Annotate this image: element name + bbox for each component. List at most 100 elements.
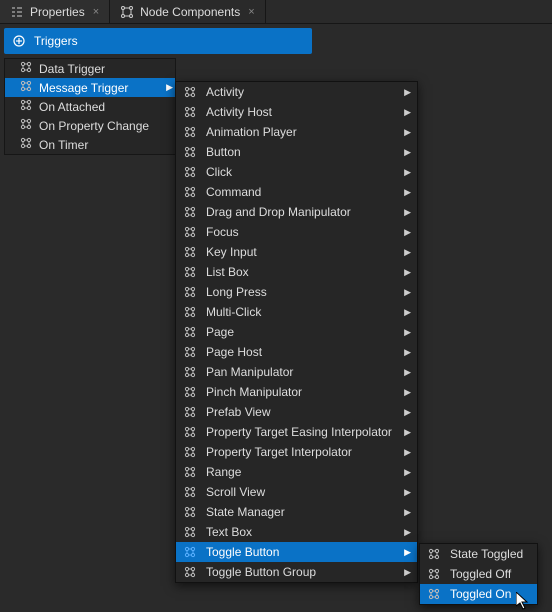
context-menu-item[interactable]: Animation Player▶ xyxy=(176,122,417,142)
tree-item[interactable]: On Timer xyxy=(5,135,175,154)
context-menu-item[interactable]: Scroll View▶ xyxy=(176,482,417,502)
context-menu-item[interactable]: Click▶ xyxy=(176,162,417,182)
triggers-section-header[interactable]: Triggers xyxy=(4,28,312,54)
context-menu-item[interactable]: Toggle Button▶ xyxy=(176,542,417,562)
context-menu-item[interactable]: Command ▶ xyxy=(176,182,417,202)
chevron-right-icon: ▶ xyxy=(404,467,411,478)
chevron-right-icon: ▶ xyxy=(404,287,411,298)
tree-item-label: Data Trigger xyxy=(39,62,105,76)
tab-properties[interactable]: Properties × xyxy=(0,0,110,23)
component-icon xyxy=(182,344,198,360)
tree-item[interactable]: On Attached xyxy=(5,97,175,116)
component-icon xyxy=(182,224,198,240)
context-menu-item[interactable]: Activity Host ▶ xyxy=(176,102,417,122)
chevron-right-icon: ▶ xyxy=(404,87,411,98)
chevron-right-icon: ▶ xyxy=(166,82,173,93)
context-menu-item[interactable]: Range ▶ xyxy=(176,462,417,482)
context-menu-item[interactable]: Key Input▶ xyxy=(176,242,417,262)
triggers-header-icon xyxy=(12,34,26,48)
context-menu-item[interactable]: State Manager▶ xyxy=(176,502,417,522)
context-menu-item[interactable]: List Box▶ xyxy=(176,262,417,282)
tree-item[interactable]: Message Trigger▶ xyxy=(5,78,175,97)
menu-item-label: Activity Host xyxy=(206,105,396,119)
trigger-type-icon xyxy=(19,98,33,115)
context-menu-item[interactable]: Toggle Button Group▶ xyxy=(176,562,417,582)
menu-item-label: Focus xyxy=(206,225,396,239)
context-menu-item[interactable]: Activity ▶ xyxy=(176,82,417,102)
chevron-right-icon: ▶ xyxy=(404,367,411,378)
menu-item-label: Toggled On xyxy=(450,587,531,601)
context-menu-item[interactable]: State Toggled xyxy=(420,544,537,564)
component-icon xyxy=(182,324,198,340)
chevron-right-icon: ▶ xyxy=(404,227,411,238)
components-tab-icon xyxy=(120,5,134,19)
chevron-right-icon: ▶ xyxy=(404,147,411,158)
chevron-right-icon: ▶ xyxy=(404,407,411,418)
trigger-type-icon xyxy=(19,117,33,134)
context-menu-item[interactable]: Drag and Drop Manipulator▶ xyxy=(176,202,417,222)
context-menu-item[interactable]: Long Press▶ xyxy=(176,282,417,302)
chevron-right-icon: ▶ xyxy=(404,567,411,578)
context-menu-item[interactable]: Focus ▶ xyxy=(176,222,417,242)
component-icon xyxy=(182,204,198,220)
context-menu-item[interactable]: Button ▶ xyxy=(176,142,417,162)
tab-node-components[interactable]: Node Components × xyxy=(110,0,266,23)
menu-item-label: Page Host xyxy=(206,345,396,359)
component-icon xyxy=(182,164,198,180)
component-icon xyxy=(182,384,198,400)
context-menu-item[interactable]: Text Box ▶ xyxy=(176,522,417,542)
chevron-right-icon: ▶ xyxy=(404,307,411,318)
component-icon xyxy=(182,444,198,460)
menu-item-label: Pinch Manipulator xyxy=(206,385,396,399)
chevron-right-icon: ▶ xyxy=(404,447,411,458)
chevron-right-icon: ▶ xyxy=(404,187,411,198)
chevron-right-icon: ▶ xyxy=(404,427,411,438)
menu-item-label: Scroll View xyxy=(206,485,396,499)
tree-item[interactable]: Data Trigger xyxy=(5,59,175,78)
context-menu-item[interactable]: Page▶ xyxy=(176,322,417,342)
menu-item-label: Property Target Interpolator xyxy=(206,445,396,459)
tree-item[interactable]: On Property Change xyxy=(5,116,175,135)
chevron-right-icon: ▶ xyxy=(404,107,411,118)
menu-item-label: Range xyxy=(206,465,396,479)
component-icon xyxy=(182,364,198,380)
toggle-event-icon xyxy=(426,586,442,602)
chevron-right-icon: ▶ xyxy=(404,327,411,338)
menu-item-label: Key Input xyxy=(206,245,396,259)
tab-label: Properties xyxy=(30,5,85,19)
context-menu-item[interactable]: Multi-Click▶ xyxy=(176,302,417,322)
menu-item-label: Toggled Off xyxy=(450,567,531,581)
component-icon xyxy=(182,564,198,580)
chevron-right-icon: ▶ xyxy=(404,507,411,518)
context-menu-item[interactable]: Toggled On xyxy=(420,584,537,604)
context-menu-item[interactable]: Prefab View▶ xyxy=(176,402,417,422)
menu-item-label: Button xyxy=(206,145,396,159)
component-icon xyxy=(182,464,198,480)
tree-item-label: On Property Change xyxy=(39,119,149,133)
toggle-event-icon xyxy=(426,566,442,582)
message-trigger-submenu: Activity ▶ Activity Host ▶ Animation Player▶… xyxy=(175,81,418,583)
component-icon xyxy=(182,144,198,160)
section-title: Triggers xyxy=(34,34,78,48)
context-menu-item[interactable]: Property Target Interpolator ▶ xyxy=(176,442,417,462)
chevron-right-icon: ▶ xyxy=(404,167,411,178)
close-icon[interactable]: × xyxy=(93,6,99,18)
context-menu-item[interactable]: Property Target Easing Interpolator ▶ xyxy=(176,422,417,442)
context-menu-item[interactable]: Page Host ▶ xyxy=(176,342,417,362)
toggle-button-submenu: State Toggled Toggled Off Toggled On xyxy=(419,543,538,605)
component-icon xyxy=(182,284,198,300)
chevron-right-icon: ▶ xyxy=(404,527,411,538)
chevron-right-icon: ▶ xyxy=(404,207,411,218)
menu-item-label: Property Target Easing Interpolator xyxy=(206,425,396,439)
chevron-right-icon: ▶ xyxy=(404,347,411,358)
context-menu-item[interactable]: Toggled Off xyxy=(420,564,537,584)
toggle-event-icon xyxy=(426,546,442,562)
component-icon xyxy=(182,244,198,260)
menu-item-label: Text Box xyxy=(206,525,396,539)
menu-item-label: Activity xyxy=(206,85,396,99)
close-icon[interactable]: × xyxy=(248,6,254,18)
context-menu-item[interactable]: Pinch Manipulator▶ xyxy=(176,382,417,402)
menu-item-label: Command xyxy=(206,185,396,199)
properties-tab-icon xyxy=(10,5,24,19)
context-menu-item[interactable]: Pan Manipulator▶ xyxy=(176,362,417,382)
